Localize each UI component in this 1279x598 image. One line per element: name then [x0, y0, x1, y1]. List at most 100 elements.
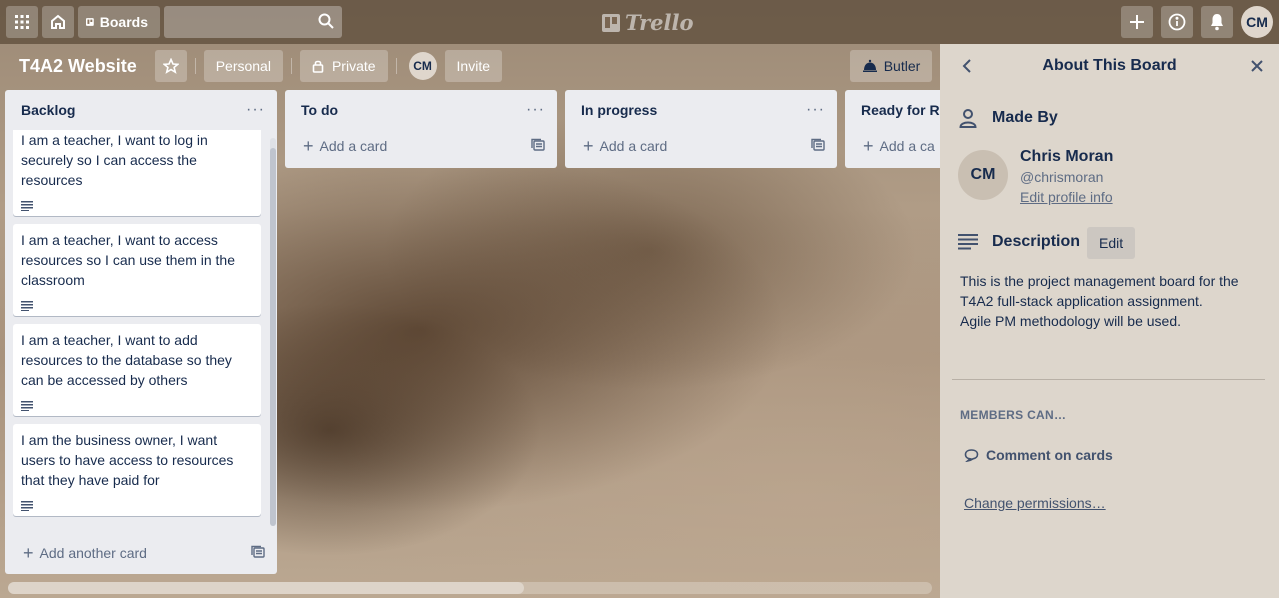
maker-name: Chris Moran	[1020, 148, 1114, 165]
add-card-label: Add another card	[39, 545, 147, 561]
plus-icon: +	[303, 135, 314, 156]
list-header: Ready for Re	[845, 90, 940, 130]
edit-profile-link[interactable]: Edit profile info	[1020, 189, 1113, 205]
description-section-header: Description	[958, 233, 1080, 251]
made-by-section-header: Made By	[958, 108, 1058, 128]
description-line: This is the project management board for…	[960, 273, 1239, 289]
home-button[interactable]	[42, 6, 74, 38]
invite-button[interactable]: Invite	[444, 50, 503, 82]
grid-icon	[15, 15, 29, 29]
info-icon	[1168, 13, 1186, 31]
card-template-icon[interactable]	[811, 138, 825, 155]
board-member-avatar[interactable]: CM	[408, 52, 437, 80]
plus-icon: +	[23, 542, 34, 563]
list-to-do: To do ··· + Add a card	[285, 90, 557, 168]
description-badge-icon	[21, 496, 253, 512]
notifications-button[interactable]	[1201, 6, 1233, 38]
plus-icon: +	[863, 135, 874, 156]
butler-bell-icon	[862, 59, 877, 72]
divider	[952, 379, 1265, 380]
about-board-panel: About This Board Made By CM Chris Moran …	[940, 44, 1279, 598]
search-icon[interactable]	[318, 13, 334, 34]
description-line: Agile PM methodology will be used.	[960, 313, 1182, 329]
card[interactable]: I am a teacher, I want to add resources …	[13, 324, 261, 416]
app-switcher-button[interactable]	[6, 6, 38, 38]
top-navigation-bar: Boards Trello CM	[0, 0, 1279, 44]
boards-label: Boards	[99, 14, 148, 30]
list-scrollbar[interactable]	[270, 138, 276, 526]
card[interactable]: I am a teacher, I want to log in securel…	[13, 130, 261, 216]
list-header: To do ···	[285, 90, 557, 130]
card-title: I am a teacher, I want to add resources …	[21, 332, 232, 388]
change-permissions-link[interactable]: Change permissions…	[964, 495, 1106, 511]
description-badge-icon	[21, 396, 253, 412]
separator	[194, 58, 196, 74]
list-backlog: Backlog ··· I am a teacher, I want to lo…	[5, 90, 277, 574]
card-title: I am a teacher, I want to access resourc…	[21, 232, 235, 288]
list-menu-icon[interactable]: ···	[806, 101, 825, 119]
description-badge-icon	[21, 296, 253, 312]
card-template-icon[interactable]	[251, 545, 265, 562]
butler-label: Butler	[883, 58, 921, 74]
maker-username: @chrismoran	[1020, 169, 1104, 185]
board-description[interactable]: This is the project management board for…	[960, 271, 1260, 331]
card[interactable]: I am the business owner, I want users to…	[13, 424, 261, 516]
butler-button[interactable]: Butler	[850, 50, 932, 82]
separator	[395, 58, 397, 74]
add-card-label: Add a card	[319, 138, 388, 154]
description-label: Description	[992, 233, 1081, 250]
home-icon	[51, 14, 65, 29]
list-title[interactable]: To do	[301, 102, 338, 118]
edit-description-button[interactable]: Edit	[1087, 227, 1136, 259]
comment-permission: Comment on cards	[964, 447, 1113, 463]
privacy-button[interactable]: Private	[299, 50, 388, 82]
trello-logo-icon	[602, 13, 620, 32]
maker-avatar[interactable]: CM	[958, 150, 1008, 200]
board-horizontal-scrollbar[interactable]	[8, 582, 932, 594]
add-card-button[interactable]: + Add a card	[565, 130, 837, 162]
description-line: T4A2 full-stack application assignment.	[960, 293, 1203, 309]
add-card-button[interactable]: + Add a card	[285, 130, 557, 162]
description-badge-icon	[21, 196, 253, 212]
star-button[interactable]	[154, 50, 187, 82]
description-icon	[958, 234, 978, 250]
add-card-label: Add a ca	[879, 138, 935, 154]
board-title[interactable]: T4A2 Website	[19, 56, 137, 77]
card-template-icon[interactable]	[531, 138, 545, 155]
back-arrow-icon[interactable]	[960, 58, 974, 79]
panel-header: About This Board	[940, 44, 1279, 88]
list-title[interactable]: Ready for Re	[861, 102, 940, 118]
add-another-card-button[interactable]: + Add another card	[5, 537, 277, 569]
board-header: T4A2 Website Personal Private CM Invite	[0, 44, 940, 88]
boards-button[interactable]: Boards	[78, 6, 160, 38]
logo-text: Trello	[625, 10, 694, 35]
panel-title: About This Board	[1042, 57, 1177, 74]
plus-icon: +	[583, 135, 594, 156]
card[interactable]: I am a teacher, I want to access resourc…	[13, 224, 261, 316]
search-box[interactable]	[164, 6, 342, 38]
card-title: I am a teacher, I want to log in securel…	[21, 132, 208, 188]
user-avatar[interactable]: CM	[1241, 6, 1273, 38]
separator	[290, 58, 292, 74]
plus-icon	[1130, 15, 1144, 29]
list-title[interactable]: In progress	[581, 102, 657, 118]
members-can-heading: MEMBERS CAN…	[960, 408, 1067, 422]
list-title[interactable]: Backlog	[21, 102, 75, 118]
scrollbar-thumb[interactable]	[270, 148, 276, 526]
information-button[interactable]	[1161, 6, 1193, 38]
create-button[interactable]	[1121, 6, 1153, 38]
privacy-label: Private	[331, 58, 376, 74]
lock-icon	[312, 60, 324, 73]
list-menu-icon[interactable]: ···	[526, 101, 545, 119]
team-visibility-button[interactable]: Personal	[203, 50, 283, 82]
search-input[interactable]	[164, 6, 342, 38]
bell-icon	[1211, 14, 1223, 31]
add-card-button[interactable]: + Add a ca	[845, 130, 940, 162]
list-ready-for-review: Ready for Re + Add a ca	[845, 90, 940, 168]
trello-logo[interactable]: Trello	[602, 10, 694, 35]
list-menu-icon[interactable]: ···	[246, 101, 265, 119]
close-icon[interactable]	[1249, 58, 1265, 79]
scrollbar-thumb[interactable]	[8, 582, 524, 594]
star-icon	[162, 58, 179, 74]
person-icon	[959, 109, 977, 128]
